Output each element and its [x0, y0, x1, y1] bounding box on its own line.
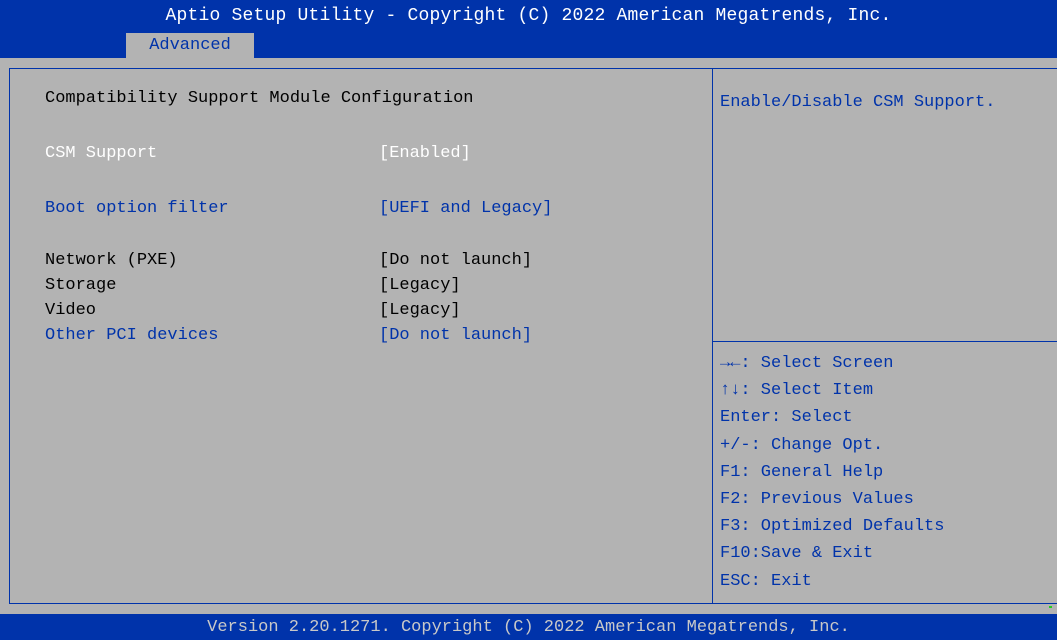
bios-title: Aptio Setup Utility - Copyright (C) 2022… — [165, 6, 892, 26]
key-hint: +/-: Change Opt. — [720, 435, 884, 455]
setting-value[interactable]: [Legacy] — [379, 301, 461, 320]
key-hint: Enter: Select — [720, 408, 853, 428]
tab-advanced[interactable]: Advanced — [126, 33, 254, 58]
key-hint: ESC: Exit — [720, 571, 812, 591]
key-hint: F1: General Help — [720, 462, 884, 482]
key-hint: ↑↓: Select Item — [720, 381, 874, 401]
key-hint: →←: Select Screen — [720, 354, 894, 373]
setting-csm-support[interactable]: CSM Support [Enabled] — [45, 144, 685, 166]
setting-label: CSM Support — [45, 144, 158, 163]
setting-value[interactable]: [Do not launch] — [379, 326, 532, 345]
setting-value[interactable]: [Do not launch] — [379, 251, 532, 270]
setting-label: Storage — [45, 276, 117, 295]
setting-value[interactable]: [Legacy] — [379, 276, 461, 295]
title-bar: Aptio Setup Utility - Copyright (C) 2022… — [0, 0, 1057, 58]
key-legend: →←: Select Screen ↑↓: Select Item Enter:… — [720, 350, 1050, 595]
vertical-divider — [712, 68, 713, 604]
setting-label: Network (PXE) — [45, 251, 178, 270]
key-hint: F10:Save & Exit — [720, 544, 874, 564]
cursor-mark — [1049, 606, 1052, 608]
setting-value[interactable]: [Enabled] — [379, 144, 471, 163]
footer-version: Version 2.20.1271. Copyright (C) 2022 Am… — [0, 614, 1057, 640]
setting-video[interactable]: Video [Legacy] — [45, 301, 685, 323]
key-hint: F2: Previous Values — [720, 490, 914, 510]
setting-label: Other PCI devices — [45, 326, 219, 345]
setting-value[interactable]: [UEFI and Legacy] — [379, 199, 552, 218]
section-title: Compatibility Support Module Configurati… — [45, 89, 474, 108]
setting-boot-option-filter[interactable]: Boot option filter [UEFI and Legacy] — [45, 199, 685, 221]
setting-label: Video — [45, 301, 97, 320]
setting-network-pxe[interactable]: Network (PXE) [Do not launch] — [45, 251, 685, 273]
setting-other-pci-devices[interactable]: Other PCI devices [Do not launch] — [45, 326, 685, 348]
setting-label: Boot option filter — [45, 199, 229, 218]
help-text: Enable/Disable CSM Support. — [720, 93, 996, 112]
setting-storage[interactable]: Storage [Legacy] — [45, 276, 685, 298]
help-divider — [713, 341, 1057, 342]
key-hint: F3: Optimized Defaults — [720, 517, 945, 537]
